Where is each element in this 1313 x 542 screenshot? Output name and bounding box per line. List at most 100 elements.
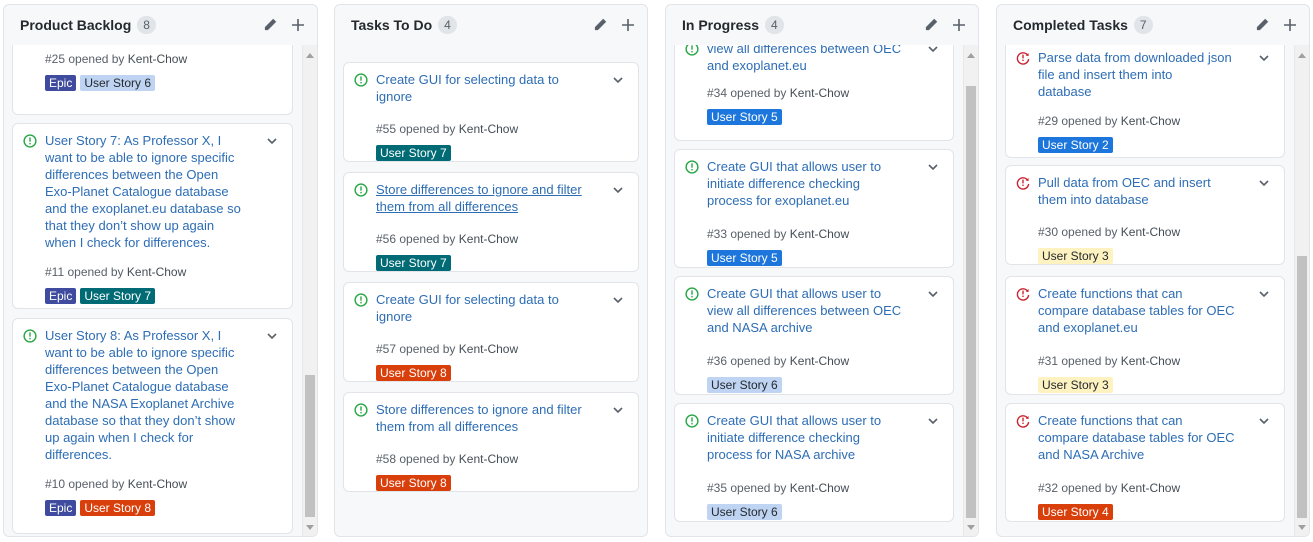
card-title-link[interactable]: Create functions that can compare databas… bbox=[1038, 285, 1252, 336]
issue-author[interactable]: Kent-Chow bbox=[459, 342, 518, 356]
issue-card[interactable]: Create GUI that allows user to initiate d… bbox=[674, 403, 954, 522]
scrollbar[interactable] bbox=[1294, 45, 1309, 536]
issue-author[interactable]: Kent-Chow bbox=[790, 227, 849, 241]
plus-icon[interactable] bbox=[291, 18, 305, 32]
pencil-icon[interactable] bbox=[1255, 18, 1269, 32]
scroll-up-arrow[interactable] bbox=[967, 53, 975, 58]
chevron-down-icon[interactable] bbox=[927, 45, 939, 54]
issue-card[interactable]: Store differences to ignore and filter th… bbox=[343, 392, 639, 492]
issue-author[interactable]: Kent-Chow bbox=[1121, 225, 1180, 239]
chevron-down-icon[interactable] bbox=[1258, 414, 1270, 426]
card-title-link[interactable]: User Story 8: As Professor X, I want to b… bbox=[45, 327, 260, 463]
issue-card[interactable]: Pull data from OEC and insert them into d… bbox=[1005, 165, 1285, 265]
chevron-down-icon[interactable] bbox=[266, 329, 278, 341]
chevron-down-icon[interactable] bbox=[927, 287, 939, 299]
issue-author[interactable]: Kent-Chow bbox=[790, 354, 849, 368]
issue-label[interactable]: User Story 5 bbox=[707, 109, 782, 125]
chevron-down-icon[interactable] bbox=[612, 293, 624, 305]
scroll-up-arrow[interactable] bbox=[1298, 53, 1306, 58]
scroll-up-arrow[interactable] bbox=[306, 53, 314, 58]
issue-card[interactable]: User Story 7: As Professor X, I want to b… bbox=[12, 123, 293, 309]
chevron-down-icon[interactable] bbox=[1258, 176, 1270, 188]
issue-author[interactable]: Kent-Chow bbox=[459, 122, 518, 136]
issue-label[interactable]: User Story 8 bbox=[376, 475, 451, 491]
issue-card[interactable]: Create GUI for selecting data to ignore #… bbox=[343, 62, 639, 162]
plus-icon[interactable] bbox=[1283, 18, 1297, 32]
chevron-down-icon[interactable] bbox=[927, 414, 939, 426]
chevron-down-icon[interactable] bbox=[266, 134, 278, 146]
scrollbar[interactable] bbox=[963, 45, 978, 536]
issue-label[interactable]: User Story 6 bbox=[80, 75, 156, 91]
card-title-link[interactable]: view all differences between OEC and exop… bbox=[707, 45, 921, 74]
issue-card[interactable]: Create functions that can compare databas… bbox=[1005, 403, 1285, 522]
card-meta: #33 opened by Kent-Chow bbox=[707, 226, 849, 242]
issue-card[interactable]: Store differences to ignore and filter th… bbox=[343, 172, 639, 272]
issue-card[interactable]: Create functions that can compare databas… bbox=[1005, 276, 1285, 395]
issue-card[interactable]: Create GUI for selecting data to ignore #… bbox=[343, 282, 639, 382]
card-title-link[interactable]: Create functions that can compare databas… bbox=[1038, 412, 1252, 463]
chevron-down-icon[interactable] bbox=[612, 183, 624, 195]
issue-author[interactable]: Kent-Chow bbox=[790, 481, 849, 495]
card-title-link[interactable]: Pull data from OEC and insert them into d… bbox=[1038, 174, 1252, 208]
issue-label[interactable]: User Story 5 bbox=[707, 250, 782, 266]
card-title-link[interactable]: Create GUI for selecting data to ignore bbox=[376, 291, 606, 325]
card-title-link[interactable]: Store differences to ignore and filter th… bbox=[376, 181, 606, 215]
issue-label[interactable]: User Story 3 bbox=[1038, 248, 1113, 264]
issue-label[interactable]: User Story 7 bbox=[80, 288, 156, 304]
chevron-down-icon[interactable] bbox=[1258, 287, 1270, 299]
issue-author[interactable]: Kent-Chow bbox=[128, 52, 187, 66]
issue-label[interactable]: Epic bbox=[45, 500, 77, 516]
scroll-down-arrow[interactable] bbox=[1298, 525, 1306, 530]
issue-label[interactable]: User Story 2 bbox=[1038, 137, 1113, 153]
card-title-link[interactable]: User Story 7: As Professor X, I want to b… bbox=[45, 132, 260, 251]
issue-label[interactable]: User Story 6 bbox=[707, 377, 782, 393]
scrollbar-thumb[interactable] bbox=[1297, 256, 1307, 518]
card-title-link[interactable]: Parse data from downloaded json file and … bbox=[1038, 49, 1252, 100]
issue-label[interactable]: User Story 6 bbox=[707, 504, 782, 520]
issue-label[interactable]: User Story 7 bbox=[376, 145, 451, 161]
plus-icon[interactable] bbox=[621, 18, 635, 32]
chevron-down-icon[interactable] bbox=[612, 73, 624, 85]
scrollbar-thumb[interactable] bbox=[966, 86, 976, 518]
card-title-link[interactable]: Store differences to ignore and filter th… bbox=[376, 401, 606, 435]
scroll-down-arrow[interactable] bbox=[306, 525, 314, 530]
issue-opened-icon bbox=[685, 287, 699, 301]
issue-author[interactable]: Kent-Chow bbox=[1121, 114, 1180, 128]
issue-label[interactable]: User Story 8 bbox=[80, 500, 156, 516]
issue-label[interactable]: User Story 8 bbox=[376, 365, 451, 381]
issue-author[interactable]: Kent-Chow bbox=[1121, 481, 1180, 495]
issue-card[interactable]: User Story 8: As Professor X, I want to b… bbox=[12, 318, 293, 534]
column-header: Product Backlog 8 bbox=[4, 5, 317, 45]
plus-icon[interactable] bbox=[952, 18, 966, 32]
scrollbar-thumb[interactable] bbox=[305, 375, 315, 517]
chevron-down-icon[interactable] bbox=[927, 160, 939, 172]
pencil-icon[interactable] bbox=[263, 18, 277, 32]
card-title-link[interactable]: Create GUI that allows user to initiate d… bbox=[707, 158, 921, 209]
issue-author[interactable]: Kent-Chow bbox=[459, 452, 518, 466]
scrollbar[interactable] bbox=[302, 45, 317, 536]
issue-card[interactable]: view all differences between OEC and exop… bbox=[674, 45, 954, 141]
issue-label[interactable]: Epic bbox=[45, 288, 77, 304]
issue-author[interactable]: Kent-Chow bbox=[127, 265, 186, 279]
issue-label[interactable]: User Story 7 bbox=[376, 255, 451, 271]
issue-author[interactable]: Kent-Chow bbox=[459, 232, 518, 246]
chevron-down-icon[interactable] bbox=[612, 403, 624, 415]
issue-label[interactable]: User Story 3 bbox=[1038, 377, 1113, 393]
card-title-link[interactable]: Create GUI for selecting data to ignore bbox=[376, 71, 606, 105]
issue-card[interactable]: of them. #25 opened by Kent-Chow EpicUse… bbox=[12, 45, 293, 115]
issue-author[interactable]: Kent-Chow bbox=[128, 477, 187, 491]
issue-author[interactable]: Kent-Chow bbox=[1121, 354, 1180, 368]
card-title-link[interactable]: Create GUI that allows user to view all d… bbox=[707, 285, 921, 336]
issue-author[interactable]: Kent-Chow bbox=[790, 86, 849, 100]
scroll-down-arrow[interactable] bbox=[967, 525, 975, 530]
card-title-link[interactable]: Create GUI that allows user to initiate d… bbox=[707, 412, 921, 463]
issue-number: #25 bbox=[45, 52, 66, 66]
issue-label[interactable]: User Story 4 bbox=[1038, 504, 1113, 520]
chevron-down-icon[interactable] bbox=[1258, 51, 1270, 63]
pencil-icon[interactable] bbox=[924, 18, 938, 32]
issue-label[interactable]: Epic bbox=[45, 75, 77, 91]
issue-card[interactable]: Parse data from downloaded json file and … bbox=[1005, 45, 1285, 158]
pencil-icon[interactable] bbox=[593, 18, 607, 32]
issue-card[interactable]: Create GUI that allows user to initiate d… bbox=[674, 149, 954, 268]
issue-card[interactable]: Create GUI that allows user to view all d… bbox=[674, 276, 954, 395]
